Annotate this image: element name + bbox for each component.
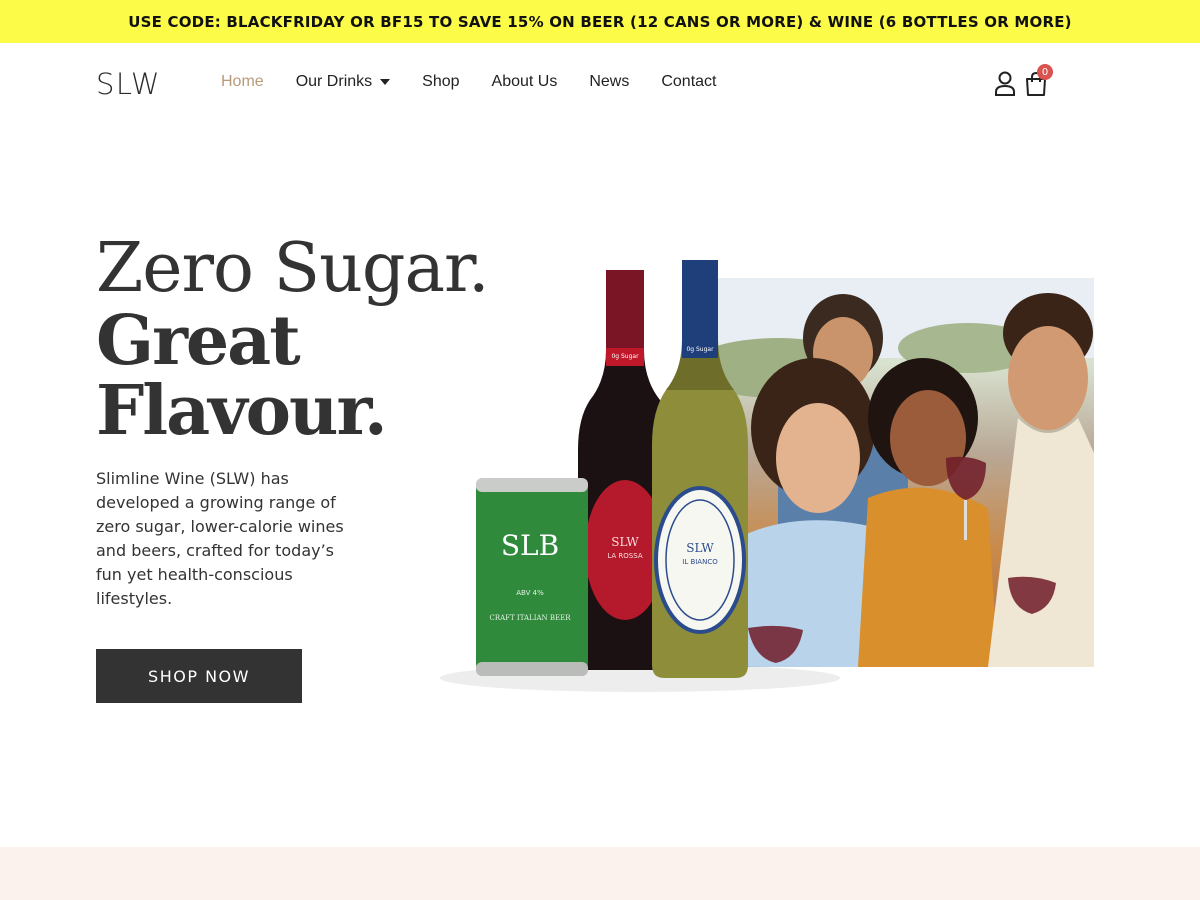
caret-down-icon — [380, 79, 391, 85]
red-bottle-neck-label: 0g Sugar — [611, 353, 639, 360]
next-section-band — [0, 847, 1200, 900]
nav-news-label: News — [589, 73, 630, 90]
white-wine-bottle: 0g Sugar SLW IL BIANCO — [652, 260, 748, 678]
can-abv: ABV 4% — [516, 589, 544, 597]
white-bottle-name: IL BIANCO — [682, 558, 718, 566]
white-bottle-neck-label: 0g Sugar — [686, 346, 714, 353]
promo-text: USE CODE: BLACKFRIDAY OR BF15 TO SAVE 15… — [128, 12, 1072, 31]
site-header: SLW Home Our Drinks Shop About Us News C… — [0, 43, 1200, 125]
site-logo[interactable]: SLW — [96, 67, 161, 101]
nav-about-us[interactable]: About Us — [492, 73, 558, 91]
cart-count-badge: 0 — [1037, 64, 1053, 80]
nav-shop[interactable]: Shop — [422, 73, 459, 91]
shop-now-button[interactable]: SHOP NOW — [96, 649, 302, 703]
nav-our-drinks[interactable]: Our Drinks — [295, 73, 391, 91]
hero-description: Slimline Wine (SLW) has developed a grow… — [96, 469, 344, 608]
can-subtitle: CRAFT ITALIAN BEER — [490, 614, 572, 622]
red-bottle-name: LA ROSSA — [607, 552, 642, 560]
red-bottle-brand: SLW — [611, 535, 639, 549]
nav-contact[interactable]: Contact — [661, 73, 716, 91]
nav-home[interactable]: Home — [221, 73, 264, 91]
nav-contact-label: Contact — [661, 73, 717, 90]
nav-about-us-label: About Us — [491, 73, 558, 90]
main-nav: Home Our Drinks Shop About Us News Conta… — [221, 73, 748, 91]
user-icon[interactable] — [994, 71, 1016, 97]
white-bottle-brand: SLW — [686, 541, 714, 555]
nav-shop-label: Shop — [422, 73, 460, 90]
promo-banner: USE CODE: BLACKFRIDAY OR BF15 TO SAVE 15… — [0, 0, 1200, 43]
nav-home-label: Home — [221, 73, 264, 90]
beer-can: SLB ABV 4% CRAFT ITALIAN BEER — [476, 478, 588, 676]
nav-our-drinks-label: Our Drinks — [295, 73, 373, 90]
nav-news[interactable]: News — [589, 73, 629, 91]
can-brand: SLB — [501, 529, 559, 562]
product-bottles: 0g Sugar SLW LA ROSSA 0g Sugar SLW IL BI… — [440, 260, 840, 692]
